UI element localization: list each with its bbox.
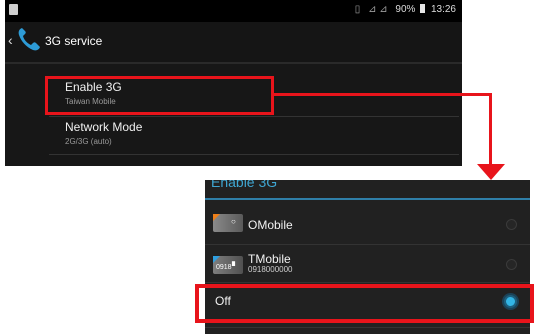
setting-item-network-mode[interactable]: Network Mode 2G/3G (auto) xyxy=(49,118,449,154)
battery-percent: 90% xyxy=(395,4,416,15)
back-chevron-icon[interactable]: ‹ xyxy=(8,32,13,48)
option-subtitle: 0918000000 xyxy=(248,265,293,274)
setting-title: Network Mode xyxy=(65,120,143,134)
page-title: 3G service xyxy=(45,34,103,48)
divider xyxy=(49,116,459,117)
option-label-omobile[interactable]: OMobile xyxy=(248,218,293,232)
sim-flag-icon xyxy=(213,256,220,263)
action-bar: ‹ 3G service xyxy=(5,22,462,62)
sim-dot-icon: ○ xyxy=(231,217,236,226)
divider xyxy=(205,244,530,245)
status-bar: ▯ ⊿ ⊿ 90% 13:26 xyxy=(5,0,462,22)
vibrate-icon: ▯ xyxy=(354,4,361,15)
divider xyxy=(49,154,459,155)
highlight-box-enable-3g xyxy=(45,76,274,115)
battery-icon xyxy=(420,4,426,13)
highlight-box-off xyxy=(195,284,534,323)
option-label-tmobile[interactable]: TMobile xyxy=(248,252,291,266)
arrow-line xyxy=(274,93,492,96)
divider xyxy=(205,327,530,328)
divider xyxy=(5,62,462,64)
sim-card-icon: ○ xyxy=(213,214,243,232)
phone-icon[interactable] xyxy=(15,25,43,53)
sim-number: 0918 xyxy=(216,264,232,271)
arrow-head-icon xyxy=(477,164,505,180)
radio-tmobile[interactable] xyxy=(506,259,517,270)
sim-card-icon: 0918 ▖ xyxy=(213,256,243,274)
radio-omobile[interactable] xyxy=(506,219,517,230)
sim-icon xyxy=(9,4,18,15)
divider xyxy=(205,282,530,283)
divider xyxy=(205,198,530,200)
arrow-line xyxy=(489,93,492,170)
dialog-title: Enable 3G xyxy=(211,180,278,190)
clock: 13:26 xyxy=(430,4,456,15)
sim-signal-icon: ▖ xyxy=(232,257,239,266)
signal-icon: ⊿ ⊿ xyxy=(368,4,388,15)
status-right: ▯ ⊿ ⊿ 90% 13:26 xyxy=(355,4,456,15)
sim-flag-icon xyxy=(213,214,220,221)
setting-subtitle: 2G/3G (auto) xyxy=(65,137,112,146)
